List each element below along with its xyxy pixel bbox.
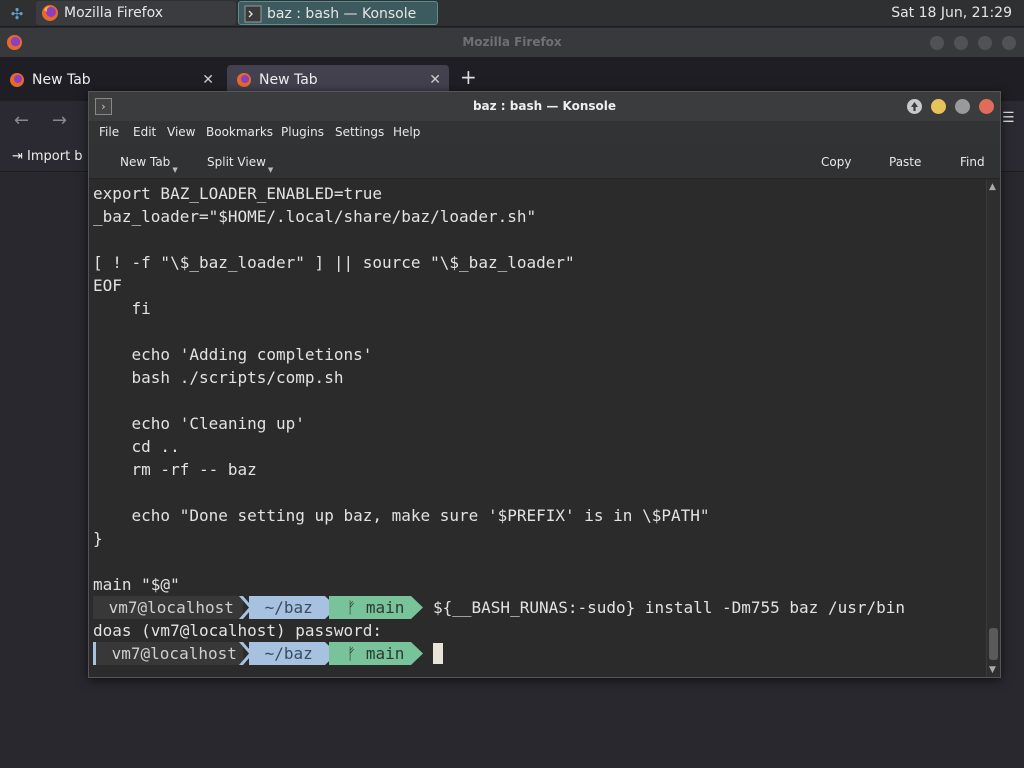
- firefox-icon: [237, 73, 251, 87]
- firefox-icon: [10, 73, 24, 87]
- scroll-up-icon[interactable]: ▲: [989, 182, 996, 192]
- taskbar: ✣ Mozilla Firefox baz : bash — Konsole S…: [0, 0, 1024, 27]
- terminal-output[interactable]: export BAZ_LOADER_ENABLED=true _baz_load…: [89, 180, 986, 677]
- terminal-line: EOF: [93, 276, 122, 295]
- terminal-line: main "$@": [93, 575, 180, 594]
- firefox-window-title: Mozilla Firefox: [462, 35, 562, 49]
- back-arrow-icon[interactable]: ←: [14, 110, 29, 131]
- terminal-line: bash ./scripts/comp.sh: [93, 368, 344, 387]
- new-tab-button[interactable]: New Tab▼: [120, 155, 178, 174]
- terminal-line: echo "Done setting up baz, make sure '$P…: [93, 506, 710, 525]
- prompt-separator-icon: [411, 642, 423, 665]
- konsole-window-title: baz : bash — Konsole: [472, 99, 617, 113]
- firefox-icon: [42, 5, 58, 21]
- maximize-button[interactable]: [955, 99, 970, 114]
- terminal-line: rm -rf -- baz: [93, 460, 257, 479]
- split-view-button[interactable]: Split View▼: [207, 155, 273, 174]
- firefox-tab-label: New Tab: [259, 72, 318, 88]
- close-button[interactable]: [979, 99, 994, 114]
- prompt-user-segment: vm7@localhost: [93, 642, 243, 665]
- firefox-minimize-button[interactable]: [954, 36, 968, 50]
- task-firefox-label: Mozilla Firefox: [64, 5, 164, 21]
- firefox-titlebar: Mozilla Firefox: [0, 28, 1024, 57]
- import-bookmarks-link[interactable]: ⇥ Import b: [12, 149, 83, 164]
- arrow-up-icon: [911, 102, 918, 111]
- menu-bookmarks[interactable]: Bookmarks: [206, 125, 273, 139]
- terminal-scrollbar[interactable]: ▲ ▼: [986, 180, 1000, 677]
- text-cursor: [433, 643, 443, 664]
- terminal-line: fi: [93, 299, 151, 318]
- terminal-line: export BAZ_LOADER_ENABLED=true: [93, 184, 382, 203]
- terminal-line: cd ..: [93, 437, 180, 456]
- prompt-path-segment: ~/baz: [249, 642, 325, 665]
- split-view-label: Split View: [207, 155, 266, 169]
- terminal-icon: [244, 5, 262, 23]
- password-prompt: doas (vm7@localhost) password:: [93, 621, 382, 640]
- prompt-command: ${__BASH_RUNAS:-sudo} install -Dm755 baz…: [433, 598, 906, 617]
- menu-edit[interactable]: Edit: [133, 125, 156, 139]
- task-konsole[interactable]: baz : bash — Konsole: [238, 1, 438, 25]
- find-button[interactable]: Find: [960, 155, 985, 169]
- forward-arrow-icon[interactable]: →: [52, 110, 67, 131]
- scrollbar-thumb[interactable]: [989, 628, 998, 660]
- paste-button[interactable]: Paste: [889, 155, 921, 169]
- terminal-line: }: [93, 529, 103, 548]
- menu-settings[interactable]: Settings: [335, 125, 384, 139]
- menu-icon[interactable]: ☰: [1002, 110, 1015, 126]
- terminal-line: [ ! -f "\$_baz_loader" ] || source "\$_b…: [93, 253, 575, 272]
- minimize-button[interactable]: [931, 99, 946, 114]
- konsole-menubar: File Edit View Bookmarks Plugins Setting…: [89, 121, 1000, 145]
- firefox-maximize-button[interactable]: [978, 36, 992, 50]
- prompt-user-segment: vm7@localhost: [93, 596, 243, 619]
- app-launcher-icon[interactable]: ✣: [8, 5, 26, 23]
- menu-help[interactable]: Help: [393, 125, 420, 139]
- prompt-path-segment: ~/baz: [249, 596, 325, 619]
- konsole-window: › baz : bash — Konsole File Edit View Bo…: [88, 91, 1001, 678]
- terminal-line: echo 'Cleaning up': [93, 414, 305, 433]
- task-konsole-label: baz : bash — Konsole: [267, 6, 417, 22]
- dropdown-arrow-icon: ▼: [172, 166, 178, 174]
- new-tab-plus-icon[interactable]: +: [460, 65, 477, 89]
- keep-above-button[interactable]: [907, 99, 922, 114]
- menu-file[interactable]: File: [99, 125, 119, 139]
- prompt-git-segment: ᚠ main: [329, 642, 411, 665]
- copy-button[interactable]: Copy: [821, 155, 851, 169]
- clock[interactable]: Sat 18 Jun, 21:29: [891, 0, 1012, 26]
- task-firefox[interactable]: Mozilla Firefox: [36, 1, 236, 25]
- firefox-help-button[interactable]: [930, 36, 944, 50]
- dropdown-arrow-icon: ▼: [267, 166, 274, 174]
- terminal-line: _baz_loader="$HOME/.local/share/baz/load…: [93, 207, 537, 226]
- prompt-git-segment: ᚠ main: [329, 596, 411, 619]
- prompt-separator-icon: [411, 596, 423, 619]
- menu-plugins[interactable]: Plugins: [281, 125, 324, 139]
- firefox-close-button[interactable]: [1002, 36, 1016, 50]
- import-bookmarks-label: Import b: [27, 149, 83, 164]
- new-tab-label: New Tab: [120, 155, 171, 169]
- scroll-down-icon[interactable]: ▼: [989, 665, 996, 675]
- menu-view[interactable]: View: [167, 125, 195, 139]
- konsole-toolbar: New Tab▼ Split View▼ Copy Paste Find: [89, 145, 1000, 179]
- firefox-tab-label: New Tab: [32, 72, 91, 88]
- konsole-titlebar[interactable]: › baz : bash — Konsole: [89, 92, 1000, 121]
- terminal-line: echo 'Adding completions': [93, 345, 373, 364]
